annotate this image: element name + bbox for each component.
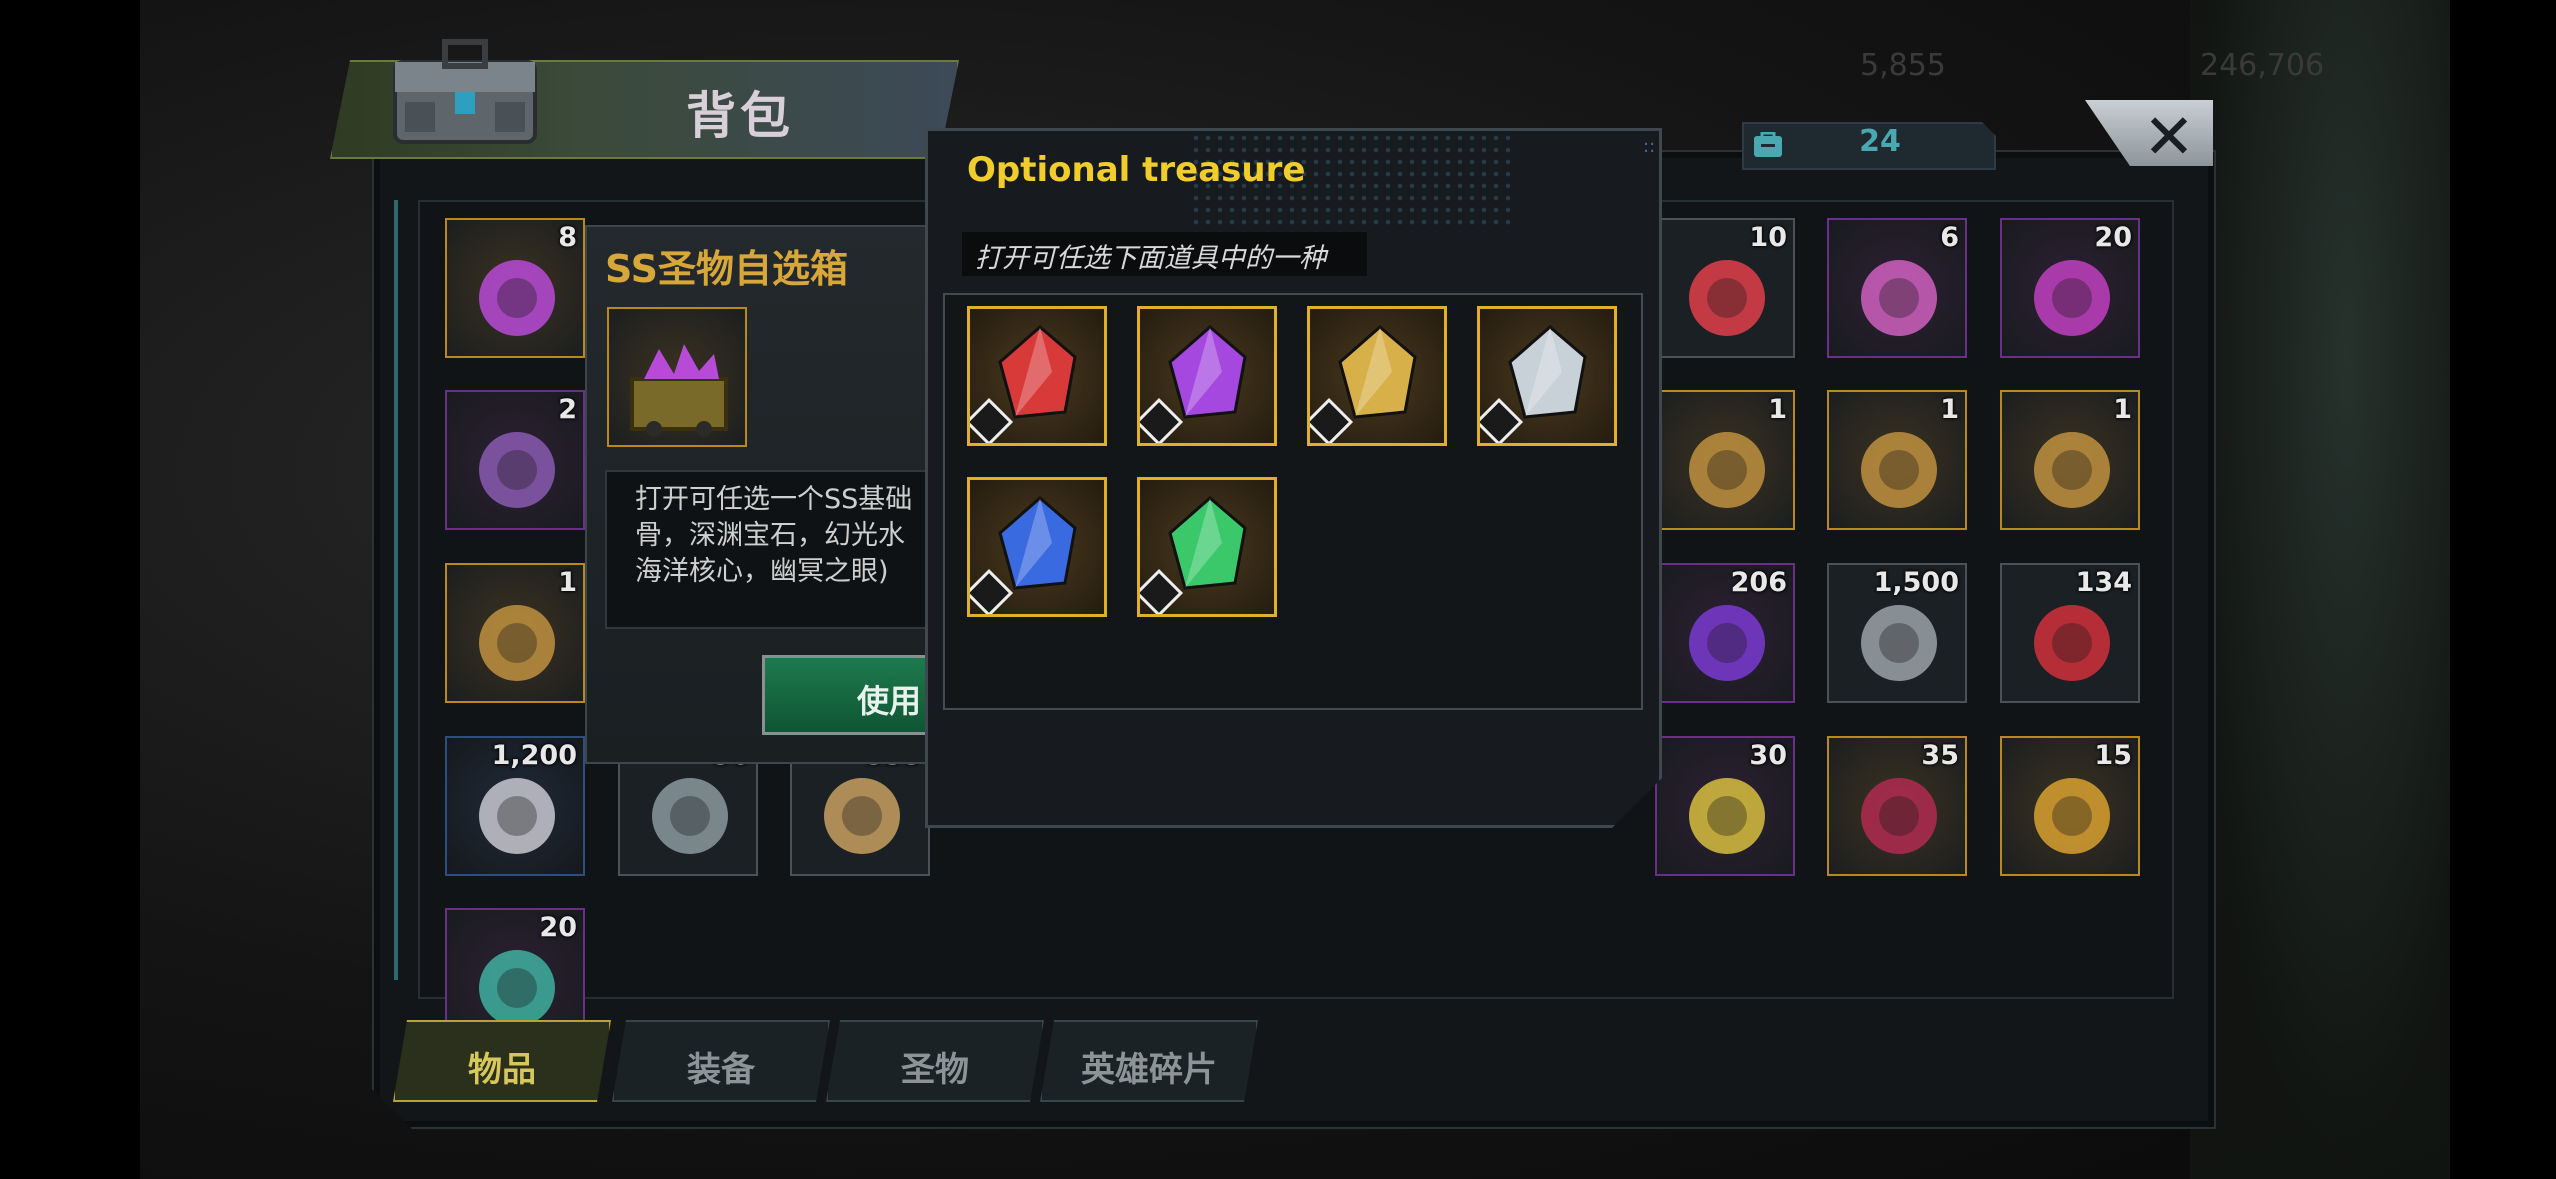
- treasure-option[interactable]: [967, 306, 1107, 446]
- description-line: 骨，深渊宝石，幻光水: [635, 520, 905, 551]
- chest-icon: [375, 22, 555, 162]
- description-line: 打开可任选一个SS基础: [635, 484, 913, 515]
- item-quantity: 10: [1749, 222, 1787, 253]
- item-quantity: 2: [558, 394, 577, 425]
- treasure-option[interactable]: [1307, 306, 1447, 446]
- item-quantity: 1: [558, 567, 577, 598]
- description-line: 海洋核心，幽冥之眼): [635, 556, 889, 587]
- shirt-card-icon: [1861, 432, 1937, 508]
- gold-coins-icon: [2034, 778, 2110, 854]
- purple-orb-icon: [1689, 605, 1765, 681]
- poker-chip-icon: [479, 432, 555, 508]
- item-quantity: 1: [1940, 394, 1959, 425]
- treasure-option[interactable]: [1477, 306, 1617, 446]
- ruby-ore-icon: [1861, 778, 1937, 854]
- item-quantity: 134: [2075, 567, 2132, 598]
- fist-icon: [824, 778, 900, 854]
- popup-corner-mark: ::: [1643, 136, 1656, 157]
- popup-subtitle: 打开可任选下面道具中的一种: [975, 243, 1326, 274]
- inventory-slot[interactable]: 15: [2000, 736, 2140, 876]
- pyramid-icon: [652, 778, 728, 854]
- lightning-coin-icon: [1689, 778, 1765, 854]
- item-quantity: 20: [539, 912, 577, 943]
- inventory-count: 24: [1859, 124, 1901, 159]
- inventory-slot[interactable]: 1: [2000, 390, 2140, 530]
- item-detail-title: SS圣物自选箱: [605, 247, 849, 291]
- item-quantity: 20: [2094, 222, 2132, 253]
- window-title: 背包: [686, 87, 794, 145]
- tab-hero-fragments[interactable]: 英雄碎片: [1040, 1020, 1258, 1102]
- use-button-label: 使用: [857, 682, 922, 720]
- inventory-slot[interactable]: 2: [445, 390, 585, 530]
- treasure-option[interactable]: [1137, 306, 1277, 446]
- background-resource-value: 5,855: [1860, 48, 1946, 83]
- item-quantity: 30: [1749, 740, 1787, 771]
- popup-title: Optional treasure: [967, 150, 1306, 190]
- inventory-slot[interactable]: 10: [1655, 218, 1795, 358]
- boots-card-icon: [2034, 432, 2110, 508]
- item-quantity: 1,200: [491, 740, 577, 771]
- item-quantity: 1: [2113, 394, 2132, 425]
- inventory-slot[interactable]: 1: [445, 563, 585, 703]
- item-detail-description: 打开可任选一个SS基础 骨，深渊宝石，幻光水 海洋核心，幽冥之眼): [605, 470, 949, 629]
- item-quantity: 1: [1768, 394, 1787, 425]
- tab-label: 英雄碎片: [1081, 1050, 1217, 1090]
- item-quantity: 6: [1940, 222, 1959, 253]
- tab-equipment[interactable]: 装备: [612, 1020, 830, 1102]
- red-lips-icon: [1689, 260, 1765, 336]
- window-accent-bar: [394, 200, 398, 980]
- item-quantity: 8: [558, 222, 577, 253]
- tab-relics[interactable]: 圣物: [826, 1020, 1044, 1102]
- inventory-slot[interactable]: 1: [1827, 390, 1967, 530]
- item-detail-icon: [607, 307, 747, 447]
- background-resource-value: 246,706: [2200, 48, 2325, 83]
- item-quantity: 35: [1921, 740, 1959, 771]
- treasure-option[interactable]: [1137, 477, 1277, 617]
- red-emblem-icon: [2034, 605, 2110, 681]
- bottle-cap-icon: [2034, 260, 2110, 336]
- inventory-slot[interactable]: 1,500: [1827, 563, 1967, 703]
- hat-card-icon: [1689, 432, 1765, 508]
- crystal-cart-icon: [479, 260, 555, 336]
- inventory-slot[interactable]: 20: [2000, 218, 2140, 358]
- inventory-slot[interactable]: 134: [2000, 563, 2140, 703]
- treasure-option[interactable]: [967, 477, 1107, 617]
- inventory-slot[interactable]: 1,200: [445, 736, 585, 876]
- hat-card-icon: [479, 605, 555, 681]
- item-quantity: 15: [2094, 740, 2132, 771]
- inventory-slot[interactable]: 8: [445, 218, 585, 358]
- inventory-slot[interactable]: 1: [1655, 390, 1795, 530]
- tab-label: 装备: [687, 1050, 755, 1090]
- inventory-slot[interactable]: 30: [1655, 736, 1795, 876]
- bag-icon: [1753, 131, 1783, 158]
- inventory-slot[interactable]: 6: [1827, 218, 1967, 358]
- inventory-slot[interactable]: 206: [1655, 563, 1795, 703]
- tab-label: 圣物: [901, 1050, 969, 1090]
- close-icon: ✕: [2143, 100, 2195, 173]
- film-reel-icon: [1861, 260, 1937, 336]
- gear-icon: [1861, 605, 1937, 681]
- tab-items[interactable]: 物品: [393, 1020, 611, 1102]
- tab-label: 物品: [468, 1050, 536, 1090]
- item-quantity: 206: [1730, 567, 1787, 598]
- inventory-slot[interactable]: 35: [1827, 736, 1967, 876]
- item-quantity: 1,500: [1873, 567, 1959, 598]
- helmet-icon: [479, 778, 555, 854]
